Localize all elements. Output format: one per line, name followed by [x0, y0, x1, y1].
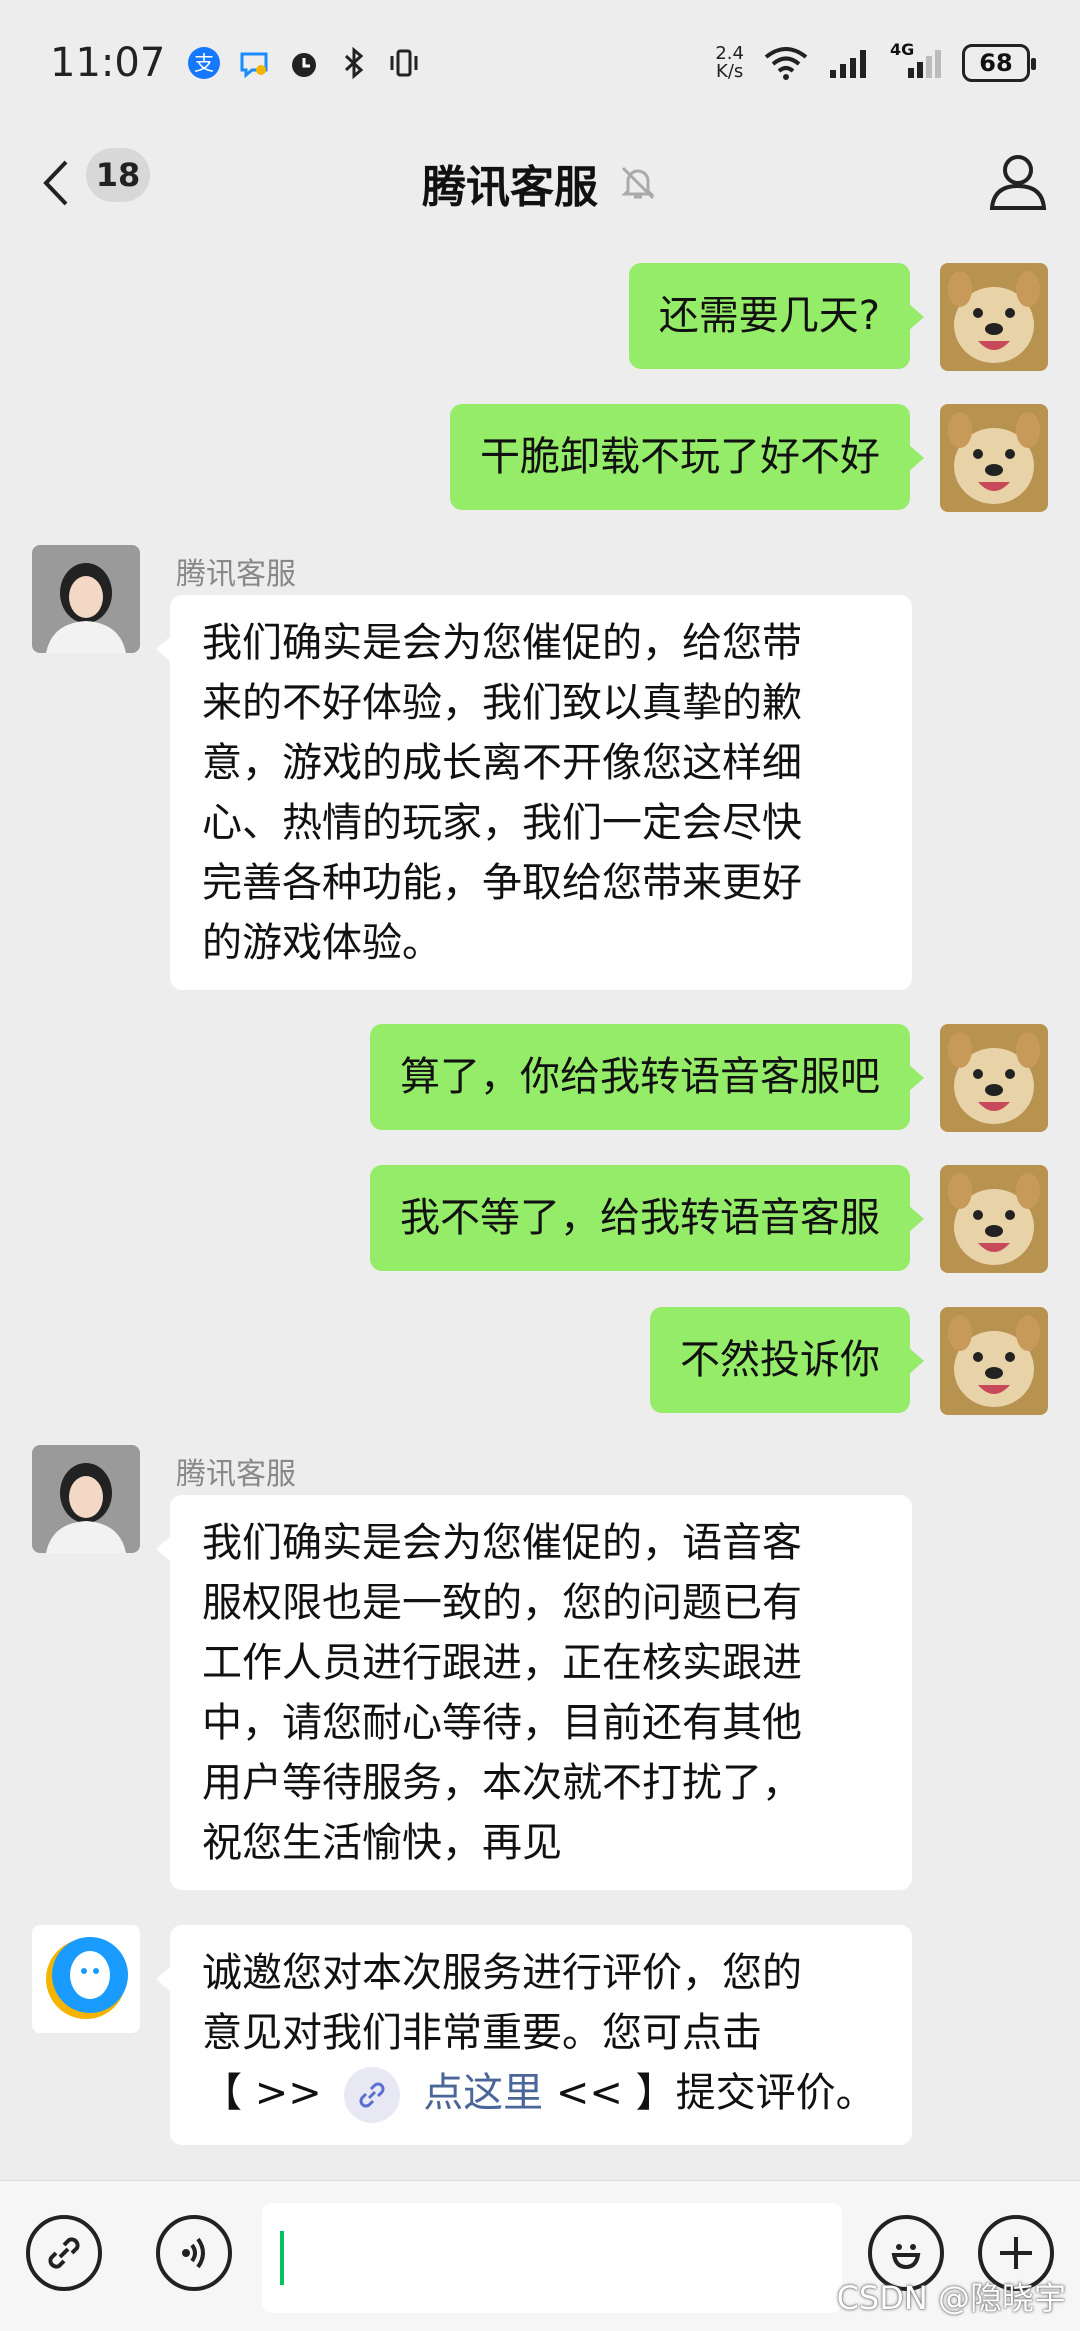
outgoing-message-bubble[interactable]: 干脆卸载不玩了好不好: [450, 404, 924, 510]
agent-photo-icon: [32, 545, 140, 653]
message-line: 服权限也是一致的，您的问题已有: [202, 1580, 802, 1626]
message-line: 诚邀您对本次服务进行评价，您的: [202, 1950, 802, 1996]
watermark: CSDN @隐晓宇: [836, 2279, 1066, 2317]
speed-unit: K/s: [716, 60, 744, 82]
message-line: 我们确实是会为您催促的，给您带: [202, 620, 802, 666]
survey-link-line: 【 >> 点这里 << 】提交评价。: [202, 2063, 882, 2123]
voice-icon: [182, 2237, 205, 2269]
dog-avatar-icon: [940, 404, 1048, 512]
user-avatar[interactable]: [940, 263, 1048, 371]
voice-input-button[interactable]: [156, 2215, 232, 2291]
link-icon: [48, 2237, 80, 2269]
message-line: 的游戏体验。: [202, 920, 442, 966]
message-line: 意，游戏的成长离不开像您这样细: [202, 740, 802, 786]
unread-badge[interactable]: 18: [86, 148, 150, 202]
survey-link[interactable]: 点这里: [423, 2070, 543, 2116]
message-line: 完善各种功能，争取给您带来更好: [202, 860, 802, 906]
message-line: 工作人员进行跟进，正在核实跟进: [202, 1640, 802, 1686]
message-line: 祝您生活愉快，再见: [202, 1820, 562, 1866]
chat-header: 腾讯客服: [0, 125, 1080, 240]
survey-message-bubble[interactable]: 诚邀您对本次服务进行评价，您的 意见对我们非常重要。您可点击 【 >> 点这里 …: [156, 1925, 912, 2145]
message-line: 我们确实是会为您催促的，语音客: [202, 1520, 802, 1566]
agent-avatar[interactable]: [32, 1445, 140, 1553]
back-button[interactable]: [40, 153, 80, 213]
dog-avatar-icon: [940, 1307, 1048, 1415]
status-bar: 11:07 支 2.4 K/s 4G 68: [0, 0, 1080, 125]
mini-program-button[interactable]: [26, 2215, 102, 2291]
message-line: 用户等待服务，本次就不打扰了，: [202, 1760, 802, 1806]
user-avatar[interactable]: [940, 1165, 1048, 1273]
battery-indicator: 68: [962, 43, 1036, 82]
sender-name: 腾讯客服: [176, 557, 296, 592]
message-input[interactable]: [262, 2203, 842, 2313]
user-avatar[interactable]: [940, 1024, 1048, 1132]
agent-avatar[interactable]: [32, 545, 140, 653]
chat-app-icon: [235, 44, 273, 82]
chat-title: 腾讯客服: [422, 161, 598, 213]
alipay-icon: 支: [185, 44, 223, 82]
svg-text:支: 支: [194, 51, 214, 75]
outgoing-message-bubble[interactable]: 不然投诉你: [650, 1307, 924, 1413]
speed-value: 2.4: [715, 42, 744, 64]
plus-icon: [1000, 2237, 1032, 2269]
link-suffix: << 】提交评价。: [555, 2070, 876, 2116]
link-prefix: 【 >>: [202, 2070, 322, 2116]
chevron-left-icon: [43, 160, 68, 206]
tencent-support-logo-icon: [46, 1937, 128, 2019]
message-line: 心、热情的玩家，我们一定会尽快: [202, 800, 802, 846]
wifi-icon: [762, 44, 810, 82]
signal-icon: [828, 44, 872, 82]
mute-bell-icon: [621, 166, 655, 199]
network-speed: 2.4 K/s: [715, 42, 744, 82]
incoming-message-bubble[interactable]: 我们确实是会为您催促的，给您带 来的不好体验，我们致以真挚的歉 意，游戏的成长离…: [156, 595, 912, 990]
user-avatar[interactable]: [940, 404, 1048, 512]
bluetooth-icon: [335, 44, 373, 82]
service-avatar[interactable]: [32, 1925, 140, 2033]
input-bar: CSDN @隐晓宇: [0, 2180, 1080, 2331]
status-time: 11:07: [50, 39, 166, 86]
dog-avatar-icon: [940, 263, 1048, 371]
profile-button[interactable]: [986, 150, 1050, 214]
vibrate-icon: [385, 44, 423, 82]
link-icon[interactable]: [344, 2067, 401, 2123]
signal-4g-icon: 4G: [890, 40, 944, 82]
emoji-icon: [891, 2244, 921, 2270]
status-notification-icons: 支: [185, 44, 423, 82]
network-type: 4G: [890, 39, 915, 59]
message-line: 意见对我们非常重要。您可点击: [202, 2010, 762, 2056]
outgoing-message-bubble[interactable]: 我不等了，给我转语音客服: [370, 1165, 924, 1271]
sender-name: 腾讯客服: [176, 1457, 296, 1492]
user-avatar[interactable]: [940, 1307, 1048, 1415]
dog-avatar-icon: [940, 1165, 1048, 1273]
agent-photo-icon: [32, 1445, 140, 1553]
dog-avatar-icon: [940, 1024, 1048, 1132]
outgoing-message-bubble[interactable]: 算了，你给我转语音客服吧: [370, 1024, 924, 1130]
incoming-message-bubble[interactable]: 我们确实是会为您催促的，语音客 服权限也是一致的，您的问题已有 工作人员进行跟进…: [156, 1495, 912, 1890]
text-caret: [280, 2231, 284, 2285]
message-line: 中，请您耐心等待，目前还有其他: [202, 1700, 802, 1746]
outgoing-message-bubble[interactable]: 还需要几天?: [628, 263, 925, 369]
message-line: 来的不好体验，我们致以真挚的歉: [202, 680, 802, 726]
alarm-icon: [285, 44, 323, 82]
